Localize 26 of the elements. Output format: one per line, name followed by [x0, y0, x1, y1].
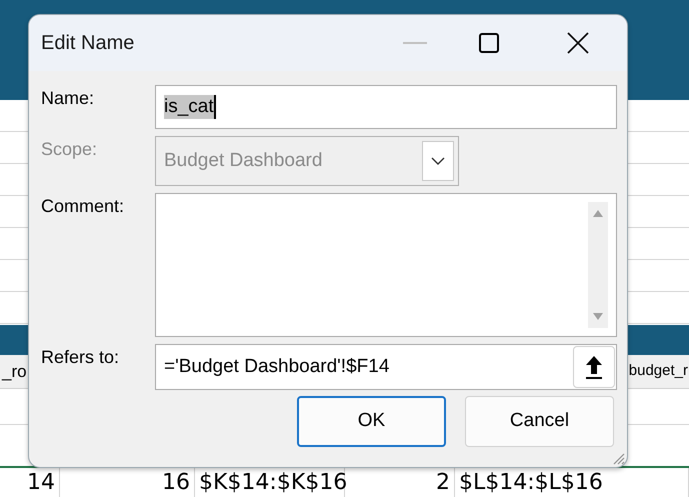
window-title: Edit Name: [41, 31, 136, 56]
dialog-button[interactable]: OK: [297, 396, 446, 447]
table-cell: 2: [436, 470, 450, 495]
resize-grip-icon[interactable]: [611, 451, 625, 465]
chevron-down-icon: [422, 141, 454, 181]
table-cell: $L$14:$L$16: [459, 470, 603, 495]
scrollbar[interactable]: [588, 202, 608, 328]
close-icon[interactable]: [567, 32, 589, 54]
collapse-arrow-up-icon[interactable]: [573, 346, 615, 388]
column-header-cell-text: _ro: [2, 360, 27, 383]
name-input-field[interactable]: is_cat: [155, 85, 617, 129]
table-cell: 14: [27, 470, 55, 495]
selected-text: is_cat: [164, 95, 216, 119]
refers-to-input-field[interactable]: ='Budget Dashboard'!$F14: [155, 344, 617, 390]
maximize-icon[interactable]: [479, 33, 499, 53]
table-cell: $K$14:$K$16: [199, 470, 348, 495]
table-cell: 16: [162, 470, 190, 495]
comment-text-area[interactable]: [155, 193, 617, 337]
field-label: Scope:: [41, 138, 98, 161]
field-label: Name:: [41, 87, 96, 110]
scroll-down-icon[interactable]: [593, 313, 603, 320]
dialog-button[interactable]: Cancel: [465, 396, 614, 447]
field-label: Refers to:: [41, 346, 120, 369]
column-header-cell-text: budget_r: [628, 361, 688, 382]
scroll-up-icon[interactable]: [593, 210, 603, 217]
field-label: Comment:: [41, 195, 126, 218]
